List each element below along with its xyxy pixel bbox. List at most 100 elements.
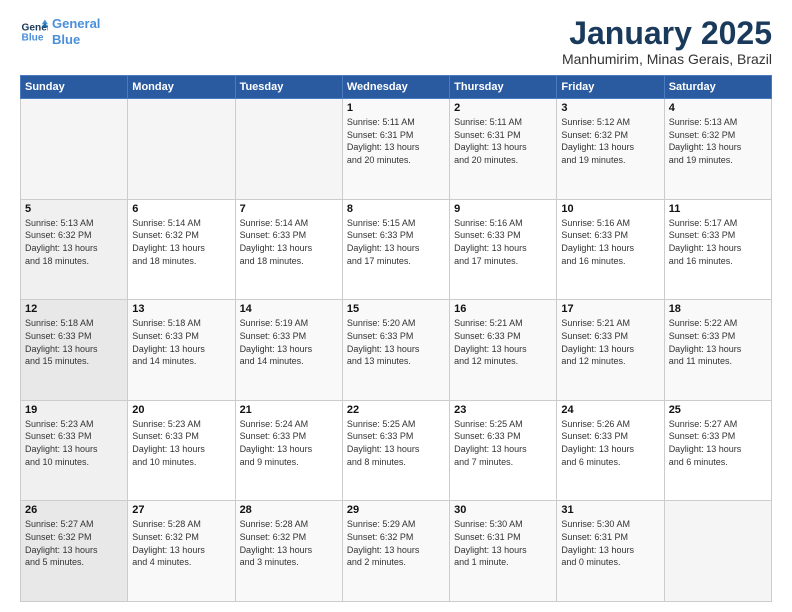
day-info: Sunrise: 5:12 AMSunset: 6:32 PMDaylight:…: [561, 116, 659, 166]
day-info: Sunrise: 5:21 AMSunset: 6:33 PMDaylight:…: [454, 317, 552, 367]
day-info: Sunrise: 5:19 AMSunset: 6:33 PMDaylight:…: [240, 317, 338, 367]
day-info: Sunrise: 5:26 AMSunset: 6:33 PMDaylight:…: [561, 418, 659, 468]
day-number: 6: [132, 203, 230, 215]
calendar-cell: 17 Sunrise: 5:21 AMSunset: 6:33 PMDayligh…: [557, 300, 664, 401]
day-info: Sunrise: 5:25 AMSunset: 6:33 PMDaylight:…: [347, 418, 445, 468]
logo-line1: General: [52, 16, 100, 31]
day-info: Sunrise: 5:14 AMSunset: 6:33 PMDaylight:…: [240, 217, 338, 267]
calendar-cell: 23 Sunrise: 5:25 AMSunset: 6:33 PMDayligh…: [450, 400, 557, 501]
calendar-cell: 3 Sunrise: 5:12 AMSunset: 6:32 PMDaylight…: [557, 99, 664, 200]
day-info: Sunrise: 5:18 AMSunset: 6:33 PMDaylight:…: [132, 317, 230, 367]
day-info: Sunrise: 5:23 AMSunset: 6:33 PMDaylight:…: [25, 418, 123, 468]
day-info: Sunrise: 5:16 AMSunset: 6:33 PMDaylight:…: [454, 217, 552, 267]
day-info: Sunrise: 5:23 AMSunset: 6:33 PMDaylight:…: [132, 418, 230, 468]
calendar-week-3: 12 Sunrise: 5:18 AMSunset: 6:33 PMDayligh…: [21, 300, 772, 401]
day-number: 22: [347, 404, 445, 416]
calendar-cell: 29Sunrise: 5:29 AMSunset: 6:32 PMDayligh…: [342, 501, 449, 602]
svg-text:Blue: Blue: [22, 32, 44, 43]
day-number: 14: [240, 303, 338, 315]
day-number: 28: [240, 504, 338, 516]
calendar-cell: [664, 501, 771, 602]
calendar-cell: 6 Sunrise: 5:14 AMSunset: 6:32 PMDaylight…: [128, 199, 235, 300]
day-header-sunday: Sunday: [21, 76, 128, 99]
day-number: 19: [25, 404, 123, 416]
header: General Blue General Blue January 2025 M…: [20, 16, 772, 67]
day-number: 24: [561, 404, 659, 416]
calendar-header-row: SundayMondayTuesdayWednesdayThursdayFrid…: [21, 76, 772, 99]
day-header-thursday: Thursday: [450, 76, 557, 99]
day-number: 9: [454, 203, 552, 215]
calendar-cell: 19 Sunrise: 5:23 AMSunset: 6:33 PMDayligh…: [21, 400, 128, 501]
title-block: January 2025 Manhumirim, Minas Gerais, B…: [562, 16, 772, 67]
day-header-friday: Friday: [557, 76, 664, 99]
day-number: 8: [347, 203, 445, 215]
main-title: January 2025: [562, 16, 772, 51]
day-info: Sunrise: 5:25 AMSunset: 6:33 PMDaylight:…: [454, 418, 552, 468]
calendar-cell: 24 Sunrise: 5:26 AMSunset: 6:33 PMDayligh…: [557, 400, 664, 501]
day-number: 2: [454, 102, 552, 114]
calendar-cell: 4 Sunrise: 5:13 AMSunset: 6:32 PMDaylight…: [664, 99, 771, 200]
day-number: 20: [132, 404, 230, 416]
day-info: Sunrise: 5:27 AMSunset: 6:33 PMDaylight:…: [669, 418, 767, 468]
day-number: 29: [347, 504, 445, 516]
calendar-cell: 27 Sunrise: 5:28 AMSunset: 6:32 PMDayligh…: [128, 501, 235, 602]
day-info: Sunrise: 5:22 AMSunset: 6:33 PMDaylight:…: [669, 317, 767, 367]
calendar-cell: 10Sunrise: 5:16 AMSunset: 6:33 PMDayligh…: [557, 199, 664, 300]
day-number: 31: [561, 504, 659, 516]
day-number: 17: [561, 303, 659, 315]
calendar-cell: 13 Sunrise: 5:18 AMSunset: 6:33 PMDayligh…: [128, 300, 235, 401]
day-number: 15: [347, 303, 445, 315]
day-info: Sunrise: 5:17 AMSunset: 6:33 PMDaylight:…: [669, 217, 767, 267]
day-info: Sunrise: 5:21 AMSunset: 6:33 PMDaylight:…: [561, 317, 659, 367]
calendar-table: SundayMondayTuesdayWednesdayThursdayFrid…: [20, 75, 772, 602]
day-info: Sunrise: 5:24 AMSunset: 6:33 PMDaylight:…: [240, 418, 338, 468]
day-info: Sunrise: 5:28 AMSunset: 6:32 PMDaylight:…: [240, 518, 338, 568]
calendar-cell: 28 Sunrise: 5:28 AMSunset: 6:32 PMDayligh…: [235, 501, 342, 602]
calendar-cell: 16 Sunrise: 5:21 AMSunset: 6:33 PMDayligh…: [450, 300, 557, 401]
calendar-week-2: 5 Sunrise: 5:13 AMSunset: 6:32 PMDaylight…: [21, 199, 772, 300]
calendar-cell: 9 Sunrise: 5:16 AMSunset: 6:33 PMDaylight…: [450, 199, 557, 300]
day-number: 5: [25, 203, 123, 215]
day-number: 21: [240, 404, 338, 416]
calendar-cell: [235, 99, 342, 200]
day-info: Sunrise: 5:13 AMSunset: 6:32 PMDaylight:…: [25, 217, 123, 267]
day-number: 4: [669, 102, 767, 114]
calendar-cell: 2Sunrise: 5:11 AMSunset: 6:31 PMDaylight…: [450, 99, 557, 200]
day-number: 13: [132, 303, 230, 315]
logo-icon: General Blue: [20, 18, 48, 46]
calendar-cell: 5 Sunrise: 5:13 AMSunset: 6:32 PMDaylight…: [21, 199, 128, 300]
calendar-cell: 26 Sunrise: 5:27 AMSunset: 6:32 PMDayligh…: [21, 501, 128, 602]
day-info: Sunrise: 5:11 AMSunset: 6:31 PMDaylight:…: [347, 116, 445, 166]
calendar-cell: [128, 99, 235, 200]
day-number: 25: [669, 404, 767, 416]
day-header-wednesday: Wednesday: [342, 76, 449, 99]
day-number: 27: [132, 504, 230, 516]
day-number: 23: [454, 404, 552, 416]
day-info: Sunrise: 5:15 AMSunset: 6:33 PMDaylight:…: [347, 217, 445, 267]
day-number: 26: [25, 504, 123, 516]
calendar-cell: 15Sunrise: 5:20 AMSunset: 6:33 PMDayligh…: [342, 300, 449, 401]
day-number: 3: [561, 102, 659, 114]
day-info: Sunrise: 5:27 AMSunset: 6:32 PMDaylight:…: [25, 518, 123, 568]
day-header-tuesday: Tuesday: [235, 76, 342, 99]
calendar-cell: 18Sunrise: 5:22 AMSunset: 6:33 PMDayligh…: [664, 300, 771, 401]
calendar-week-1: 1Sunrise: 5:11 AMSunset: 6:31 PMDaylight…: [21, 99, 772, 200]
day-number: 12: [25, 303, 123, 315]
calendar-cell: 20 Sunrise: 5:23 AMSunset: 6:33 PMDayligh…: [128, 400, 235, 501]
day-number: 30: [454, 504, 552, 516]
day-number: 11: [669, 203, 767, 215]
day-info: Sunrise: 5:13 AMSunset: 6:32 PMDaylight:…: [669, 116, 767, 166]
calendar-cell: 12Sunrise: 5:18 AMSunset: 6:33 PMDayligh…: [21, 300, 128, 401]
day-info: Sunrise: 5:14 AMSunset: 6:32 PMDaylight:…: [132, 217, 230, 267]
calendar-cell: 25 Sunrise: 5:27 AMSunset: 6:33 PMDayligh…: [664, 400, 771, 501]
logo-line2: Blue: [52, 32, 80, 47]
logo-text: General Blue: [52, 16, 100, 47]
day-number: 16: [454, 303, 552, 315]
calendar-cell: [21, 99, 128, 200]
calendar-cell: 21 Sunrise: 5:24 AMSunset: 6:33 PMDayligh…: [235, 400, 342, 501]
calendar-cell: 22 Sunrise: 5:25 AMSunset: 6:33 PMDayligh…: [342, 400, 449, 501]
day-info: Sunrise: 5:28 AMSunset: 6:32 PMDaylight:…: [132, 518, 230, 568]
calendar-cell: 8 Sunrise: 5:15 AMSunset: 6:33 PMDaylight…: [342, 199, 449, 300]
day-info: Sunrise: 5:30 AMSunset: 6:31 PMDaylight:…: [454, 518, 552, 568]
calendar-week-4: 19 Sunrise: 5:23 AMSunset: 6:33 PMDayligh…: [21, 400, 772, 501]
